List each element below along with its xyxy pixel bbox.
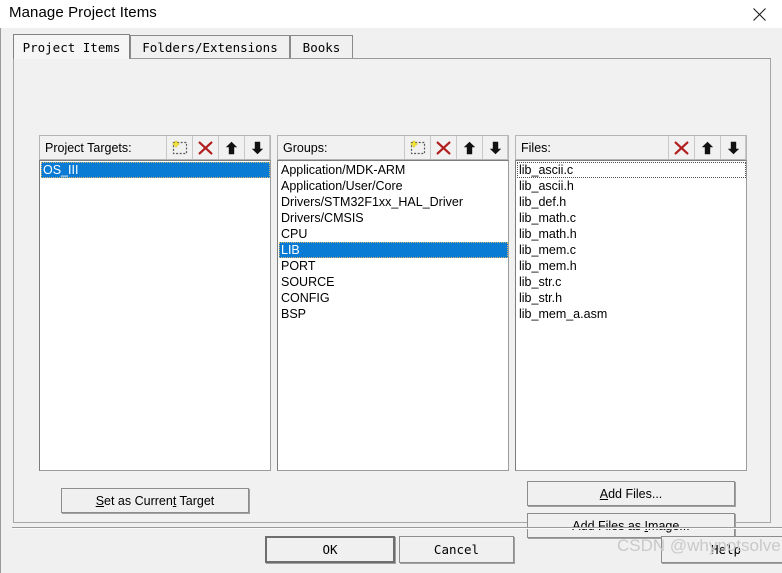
list-item[interactable]: lib_math.c <box>517 210 746 226</box>
move-down-icon[interactable] <box>482 136 508 159</box>
list-item[interactable]: BSP <box>279 306 508 322</box>
list-item[interactable]: lib_ascii.c <box>517 162 746 178</box>
list-item[interactable]: Drivers/STM32F1xx_HAL_Driver <box>279 194 508 210</box>
tab-books[interactable]: Books <box>290 35 353 58</box>
list-item[interactable]: lib_math.h <box>517 226 746 242</box>
move-down-icon[interactable] <box>720 136 746 159</box>
title-bar: Manage Project Items <box>0 0 782 28</box>
list-item[interactable]: lib_def.h <box>517 194 746 210</box>
ok-button[interactable]: OK <box>265 536 395 563</box>
list-item[interactable]: CPU <box>279 226 508 242</box>
tab-folders-extensions[interactable]: Folders/Extensions <box>130 35 290 58</box>
files-toolbar <box>668 136 746 159</box>
project-targets-toolbar <box>166 136 270 159</box>
dialog-body: Project Items Folders/Extensions Books P… <box>0 28 782 573</box>
list-item[interactable]: lib_mem.h <box>517 258 746 274</box>
new-group-icon[interactable] <box>404 136 430 159</box>
list-item[interactable]: PORT <box>279 258 508 274</box>
list-item[interactable]: Application/User/Core <box>279 178 508 194</box>
groups-listbox[interactable]: Application/MDK-ARM Application/User/Cor… <box>277 160 509 471</box>
list-item[interactable]: lib_mem_a.asm <box>517 306 746 322</box>
ok-label: OK <box>322 542 338 557</box>
project-targets-listbox[interactable]: OS_III <box>39 160 271 471</box>
list-item[interactable]: CONFIG <box>279 290 508 306</box>
delete-target-icon[interactable] <box>192 136 218 159</box>
move-up-icon[interactable] <box>218 136 244 159</box>
list-item[interactable]: lib_str.h <box>517 290 746 306</box>
list-item[interactable]: SOURCE <box>279 274 508 290</box>
help-button[interactable]: Help <box>661 536 782 563</box>
tab-label: Project Items <box>22 39 121 55</box>
help-label: Help <box>710 542 742 557</box>
delete-group-icon[interactable] <box>430 136 456 159</box>
tab-label: Books <box>302 39 341 55</box>
tab-project-items[interactable]: Project Items <box>13 34 130 59</box>
list-item[interactable]: LIB <box>279 242 508 258</box>
project-targets-label: Project Targets: <box>45 140 132 155</box>
list-item[interactable]: lib_ascii.h <box>517 178 746 194</box>
cancel-button[interactable]: Cancel <box>399 536 514 563</box>
list-item[interactable]: lib_mem.c <box>517 242 746 258</box>
add-files-as-image-button[interactable]: Add Files as Image... <box>527 513 735 538</box>
delete-file-icon[interactable] <box>668 136 694 159</box>
list-item[interactable]: Application/MDK-ARM <box>279 162 508 178</box>
cancel-label: Cancel <box>433 542 480 557</box>
move-down-icon[interactable] <box>244 136 270 159</box>
add-files-button[interactable]: Add Files... <box>527 481 735 506</box>
add-files-label: Add Files... <box>599 486 663 501</box>
add-files-as-image-label: Add Files as Image... <box>572 518 690 533</box>
project-targets-header: Project Targets: <box>39 135 271 160</box>
window-title: Manage Project Items <box>9 4 157 21</box>
new-target-icon[interactable] <box>166 136 192 159</box>
files-label: Files: <box>521 140 551 155</box>
groups-header: Groups: <box>277 135 509 160</box>
set-as-current-target-label: Set as Current Target <box>95 493 215 508</box>
set-as-current-target-button[interactable]: Set as Current Target <box>61 488 249 513</box>
tab-label: Folders/Extensions <box>142 39 278 55</box>
close-icon[interactable] <box>736 0 782 28</box>
move-up-icon[interactable] <box>456 136 482 159</box>
list-item[interactable]: lib_str.c <box>517 274 746 290</box>
list-item[interactable]: Drivers/CMSIS <box>279 210 508 226</box>
list-item[interactable]: OS_III <box>41 162 270 178</box>
files-listbox[interactable]: lib_ascii.c lib_ascii.h lib_def.h lib_ma… <box>515 160 747 471</box>
move-up-icon[interactable] <box>694 136 720 159</box>
tab-page-project-items: Project Targets: OS_III Groups: Applicat… <box>13 58 771 538</box>
footer-separator <box>12 527 782 529</box>
groups-label: Groups: <box>283 140 328 155</box>
files-header: Files: <box>515 135 747 160</box>
dialog-window: Manage Project Items Project Items Folde… <box>0 0 782 573</box>
groups-toolbar <box>404 136 508 159</box>
